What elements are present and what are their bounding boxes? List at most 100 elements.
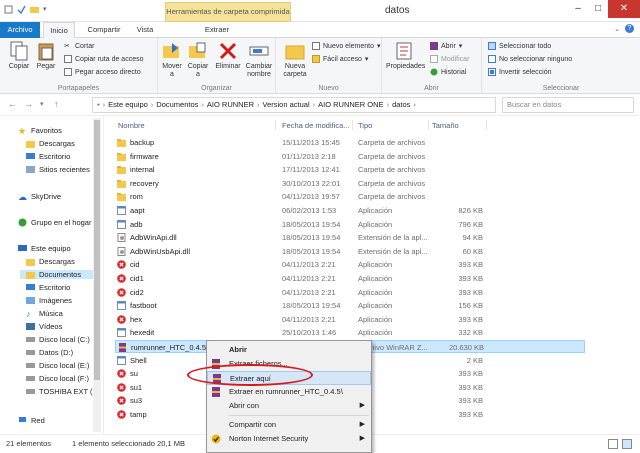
breadcrumb-aio-runner-one[interactable]: AIO RUNNER ONE <box>318 98 383 112</box>
rename-button[interactable]: Cambiar nombre <box>244 41 274 79</box>
table-row[interactable]: cid1 04/11/2013 2:21 Aplicación 393 KB <box>115 272 585 285</box>
edit-button[interactable]: Modificar <box>430 55 469 63</box>
details-view-icon[interactable] <box>608 439 618 449</box>
nav-label: Documentos <box>39 270 82 279</box>
menu-item-abrir-con[interactable]: Abrir con ▶ <box>207 399 371 413</box>
nav-disco-e[interactable]: Disco local (E:) <box>26 361 89 370</box>
table-row[interactable]: recovery 30/10/2013 22:01 Carpeta de archi… <box>115 177 585 190</box>
folder-small-icon[interactable] <box>30 5 39 14</box>
nav-sitios-recientes[interactable]: Sitios recientes <box>26 165 90 174</box>
nav-pc-escritorio[interactable]: Escritorio <box>26 283 70 292</box>
column-header-date[interactable]: Fecha de modifica... <box>282 121 350 130</box>
tab-extraer[interactable]: Extraer <box>195 22 239 38</box>
file-name: AdbWinUsbApi.dll <box>130 246 191 256</box>
move-to-button[interactable]: Mover a <box>160 41 184 79</box>
nav-favoritos[interactable]: ★ Favoritos <box>18 126 62 136</box>
paste-button[interactable]: Pegar <box>34 41 58 71</box>
select-all-button[interactable]: Seleccionar todo <box>488 42 551 50</box>
table-row[interactable]: adb 18/05/2013 19:54 Aplicación 796 KB <box>115 218 585 231</box>
table-row[interactable]: cid2 04/11/2013 2:21 Aplicación 393 KB <box>115 286 585 299</box>
nav-grupo-hogar[interactable]: Grupo en el hogar <box>18 218 91 227</box>
breadcrumb-aio-runner[interactable]: AIO RUNNER <box>207 98 254 112</box>
select-all-icon <box>488 42 496 50</box>
file-name: cid1 <box>130 274 144 283</box>
address-box[interactable]: ▪ › Este equipo › Documentos › AIO RUNNE… <box>92 97 496 113</box>
nav-pc-descargas[interactable]: Descargas <box>26 257 75 266</box>
nav-escritorio[interactable]: Escritorio <box>26 152 70 161</box>
menu-item-abrir[interactable]: Abrir <box>207 343 371 357</box>
help-icon[interactable]: ? <box>625 24 634 33</box>
minimize-button[interactable]: – <box>568 0 588 18</box>
table-row[interactable]: AdbWinApi.dll 18/05/2013 19:54 Extensión d… <box>115 231 585 244</box>
breadcrumb-este-equipo[interactable]: Este equipo <box>108 98 148 112</box>
close-button[interactable]: ✕ <box>608 0 640 18</box>
chevron-down-icon[interactable]: ⌄ <box>614 25 620 33</box>
dll-icon <box>117 233 126 243</box>
copy-to-button[interactable]: Copiar a <box>186 41 210 79</box>
easy-access-button[interactable]: Fácil acceso ▾ <box>312 55 368 63</box>
up-arrow-icon[interactable]: ↑ <box>54 99 59 109</box>
file-date: 25/10/2013 1:46 <box>282 328 337 338</box>
column-header-name[interactable]: Nombre <box>118 121 145 130</box>
checkmark-icon[interactable] <box>17 5 26 15</box>
properties-button[interactable]: Propiedades <box>386 41 425 71</box>
select-none-button[interactable]: No seleccionar ninguno <box>488 55 572 63</box>
properties-small-icon[interactable] <box>4 5 13 14</box>
breadcrumb-datos[interactable]: datos <box>392 98 410 112</box>
nav-descargas[interactable]: Descargas <box>26 139 75 148</box>
maximize-button[interactable]: □ <box>588 0 608 18</box>
menu-item-norton[interactable]: Norton Internet Security ▶ <box>207 432 371 446</box>
nav-musica[interactable]: ♪ Música <box>26 309 63 319</box>
nav-scroll-thumb[interactable] <box>94 120 100 380</box>
nav-toshiba[interactable]: TOSHIBA EXT (H: <box>26 387 100 396</box>
table-row[interactable]: rom 04/11/2013 19:57 Carpeta de archivos <box>115 190 585 203</box>
breadcrumb-version-actual[interactable]: Version actual <box>263 98 310 112</box>
table-row[interactable]: firmware 01/11/2013 2:18 Carpeta de archiv… <box>115 150 585 163</box>
table-row[interactable]: fastboot 18/05/2013 19:54 Aplicación 156 KB <box>115 299 585 312</box>
copy-button[interactable]: Copiar <box>6 41 32 71</box>
new-item-button[interactable]: Nuevo elemento ▾ <box>312 42 381 50</box>
tab-compartir[interactable]: Compartir <box>80 22 128 38</box>
column-header-type[interactable]: Tipo <box>358 121 372 130</box>
tab-inicio[interactable]: Inicio <box>43 22 75 38</box>
menu-item-extraer-en[interactable]: Extraer en rumrunner_HTC_0.4.5\ <box>207 385 371 399</box>
open-ribbon-button[interactable]: Abrir ▾ <box>430 42 462 50</box>
menu-item-compartir-con[interactable]: Compartir con ▶ <box>207 418 371 432</box>
nav-videos[interactable]: Vídeos <box>26 322 62 331</box>
invert-selection-button[interactable]: Invertir selección <box>488 68 552 76</box>
large-icons-view-icon[interactable] <box>622 439 632 449</box>
new-folder-button[interactable]: Nueva carpeta <box>280 41 310 79</box>
search-input[interactable]: Buscar en datos <box>502 97 634 113</box>
column-header-size[interactable]: Tamaño <box>432 121 459 130</box>
back-arrow-icon[interactable]: ← <box>8 99 17 109</box>
delete-button[interactable]: Eliminar <box>214 41 242 71</box>
nav-pc-documentos[interactable]: Documentos <box>20 270 100 279</box>
cut-button[interactable]: ✂ Cortar <box>64 42 94 51</box>
nav-datos-d[interactable]: Datos (D:) <box>26 348 73 357</box>
nav-scrollbar[interactable] <box>93 118 101 432</box>
move-to-icon <box>162 41 182 61</box>
computer-icon <box>18 244 27 253</box>
nav-disco-c[interactable]: Disco local (C:) <box>26 335 90 344</box>
table-row[interactable]: hexedit 25/10/2013 1:46 Aplicación 332 KB <box>115 326 585 339</box>
history-button[interactable]: Historial <box>430 68 466 76</box>
table-row[interactable]: cid 04/11/2013 2:21 Aplicación 393 KB <box>115 258 585 271</box>
table-row[interactable]: aapt 06/02/2013 1:53 Aplicación 826 KB <box>115 204 585 217</box>
chevron-down-icon[interactable]: ▾ <box>43 5 52 14</box>
nav-red[interactable]: Red <box>18 416 45 425</box>
nav-skydrive[interactable]: ☁ SkyDrive <box>18 192 61 202</box>
paste-shortcut-button[interactable]: Pegar acceso directo <box>64 68 141 76</box>
nav-imagenes[interactable]: Imágenes <box>26 296 72 305</box>
table-row[interactable]: internal 17/11/2013 12:41 Carpeta de archi… <box>115 163 585 176</box>
chevron-down-icon[interactable]: ▾ <box>40 100 44 108</box>
breadcrumb-documentos[interactable]: Documentos <box>156 98 198 112</box>
table-row[interactable]: hex 04/11/2013 2:21 Aplicación 393 KB <box>115 313 585 326</box>
copy-path-button[interactable]: Copiar ruta de acceso <box>64 55 143 63</box>
nav-este-equipo[interactable]: Este equipo <box>18 244 71 253</box>
table-row[interactable]: AdbWinUsbApi.dll 18/05/2013 19:54 Extensió… <box>115 245 585 258</box>
table-row[interactable]: backup 15/11/2013 15:45 Carpeta de archivo… <box>115 136 585 149</box>
forward-arrow-icon[interactable]: → <box>24 99 33 109</box>
tab-vista[interactable]: Vista <box>130 22 160 38</box>
nav-disco-f[interactable]: Disco local (F:) <box>26 374 89 383</box>
tab-archivo[interactable]: Archivo <box>0 22 40 38</box>
